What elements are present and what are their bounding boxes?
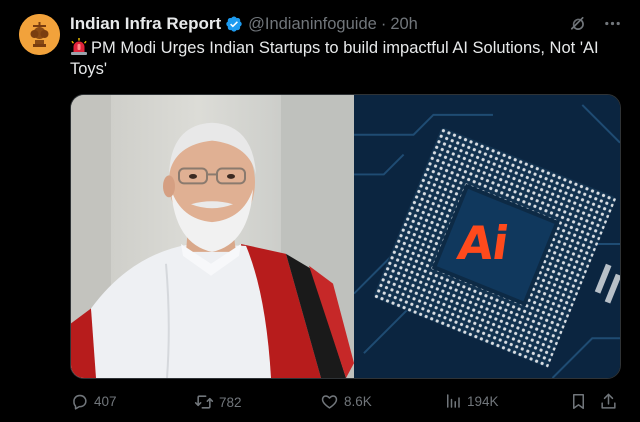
share-button[interactable] — [599, 392, 618, 411]
grok-icon[interactable] — [568, 14, 587, 33]
repost-icon — [194, 392, 214, 412]
repost-button[interactable]: 782 — [194, 392, 242, 412]
avatar[interactable] — [19, 14, 60, 55]
views-icon — [444, 392, 462, 410]
reply-button[interactable]: 407 — [70, 392, 117, 411]
reply-icon — [70, 392, 89, 411]
verified-badge-icon[interactable] — [225, 15, 243, 33]
reply-count: 407 — [94, 394, 117, 409]
bookmark-icon — [569, 392, 588, 411]
tweet-text: PM Modi Urges Indian Startups to build i… — [70, 38, 620, 80]
author-handle[interactable]: @Indianinfoguide — [248, 15, 377, 34]
repost-count: 782 — [219, 394, 242, 410]
siren-emoji-icon — [70, 38, 88, 55]
share-icon — [599, 392, 618, 411]
bookmark-button[interactable] — [569, 392, 588, 411]
more-icon[interactable] — [603, 14, 622, 33]
views-count: 194K — [467, 393, 499, 409]
tweet-body: PM Modi Urges Indian Startups to build i… — [70, 39, 599, 78]
timestamp[interactable]: 20h — [390, 15, 418, 34]
views-button[interactable]: 194K — [444, 392, 499, 410]
heart-icon — [320, 392, 339, 411]
header-actions — [568, 14, 622, 33]
author-name[interactable]: Indian Infra Report — [70, 14, 221, 34]
tweet-actions: 407 782 8.6K 194K — [70, 392, 630, 414]
like-count: 8.6K — [344, 394, 372, 409]
ai-chip-label: Ai — [454, 216, 512, 270]
tweet-media[interactable]: Ai — [70, 94, 621, 379]
media-photo-person[interactable] — [71, 95, 354, 378]
media-photo-ai-chip[interactable]: Ai — [354, 95, 620, 378]
tweet-header: Indian Infra Report @Indianinfoguide · 2… — [70, 13, 418, 35]
separator-dot: · — [380, 14, 387, 33]
tweet[interactable]: Indian Infra Report @Indianinfoguide · 2… — [0, 0, 640, 422]
like-button[interactable]: 8.6K — [320, 392, 372, 411]
